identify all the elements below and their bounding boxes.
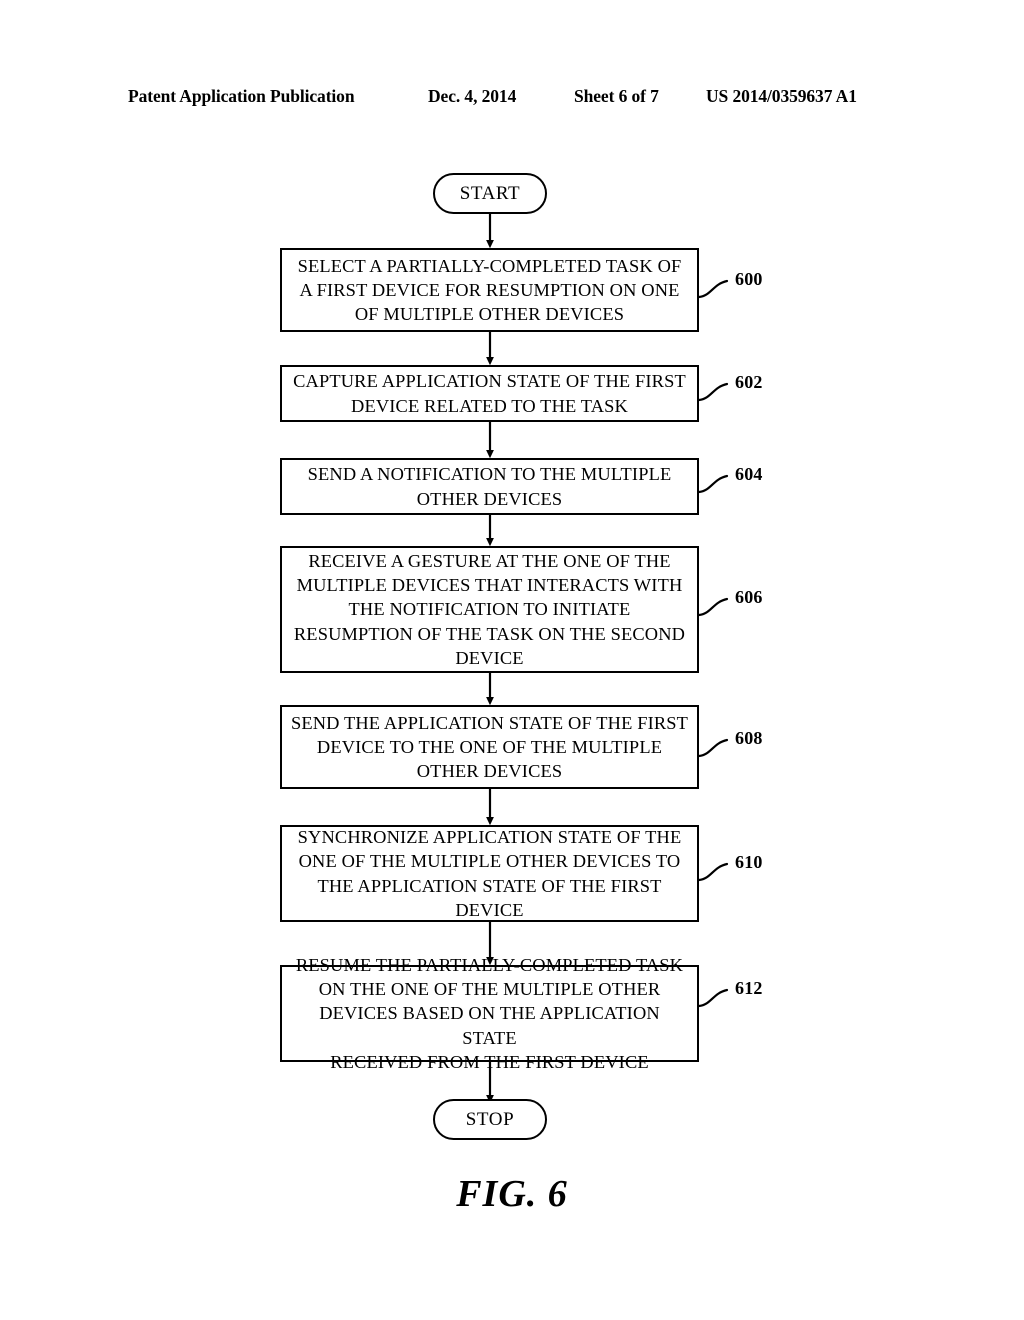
step-610-text: SYNCHRONIZE APPLICATION STATE OF THE ONE… bbox=[297, 827, 682, 920]
flowchart-step-602: CAPTURE APPLICATION STATE OF THE FIRST D… bbox=[280, 365, 699, 422]
leader-line-602 bbox=[697, 382, 729, 402]
reference-numeral-606: 606 bbox=[735, 587, 763, 607]
leader-line-610 bbox=[697, 862, 729, 882]
step-602-text: CAPTURE APPLICATION STATE OF THE FIRST D… bbox=[293, 371, 686, 416]
flowchart-step-610: SYNCHRONIZE APPLICATION STATE OF THE ONE… bbox=[280, 825, 699, 922]
figure-caption: FIG. 6 bbox=[456, 1173, 568, 1215]
flowchart-start-node: START bbox=[433, 173, 547, 214]
reference-numeral-600: 600 bbox=[735, 269, 763, 289]
step-606-text: RECEIVE A GESTURE AT THE ONE OF THE MULT… bbox=[293, 551, 686, 668]
flowchart-step-608: SEND THE APPLICATION STATE OF THE FIRST … bbox=[280, 705, 699, 789]
reference-numeral-604: 604 bbox=[735, 464, 763, 484]
step-604-text: SEND A NOTIFICATION TO THE MULTIPLE OTHE… bbox=[307, 464, 672, 509]
leader-line-606 bbox=[697, 597, 729, 617]
stop-node-label: STOP bbox=[465, 1108, 515, 1130]
start-node-label: START bbox=[459, 182, 521, 204]
flowchart-step-604: SEND A NOTIFICATION TO THE MULTIPLE OTHE… bbox=[280, 458, 699, 515]
reference-numeral-612: 612 bbox=[735, 978, 763, 998]
flowchart-step-606: RECEIVE A GESTURE AT THE ONE OF THE MULT… bbox=[280, 546, 699, 673]
leader-line-612 bbox=[697, 988, 729, 1008]
leader-line-608 bbox=[697, 738, 729, 758]
reference-numeral-610: 610 bbox=[735, 852, 763, 872]
flowchart-step-612: RESUME THE PARTIALLY-COMPLETED TASK ON T… bbox=[280, 955, 699, 1072]
leader-line-604 bbox=[697, 474, 729, 494]
reference-numeral-602: 602 bbox=[735, 372, 763, 392]
reference-numeral-608: 608 bbox=[735, 728, 763, 748]
step-612-text: RESUME THE PARTIALLY-COMPLETED TASK ON T… bbox=[295, 955, 684, 1072]
leader-line-600 bbox=[697, 279, 729, 299]
step-608-text: SEND THE APPLICATION STATE OF THE FIRST … bbox=[290, 712, 689, 782]
step-600-text: SELECT A PARTIALLY-COMPLETED TASK OF A F… bbox=[297, 255, 682, 325]
flowchart-step-600: SELECT A PARTIALLY-COMPLETED TASK OF A F… bbox=[280, 248, 699, 332]
flowchart-figure: START SELECT A PARTIALLY-COMPLETED TASK … bbox=[0, 0, 1024, 1320]
flowchart-stop-node: STOP bbox=[433, 1099, 547, 1140]
